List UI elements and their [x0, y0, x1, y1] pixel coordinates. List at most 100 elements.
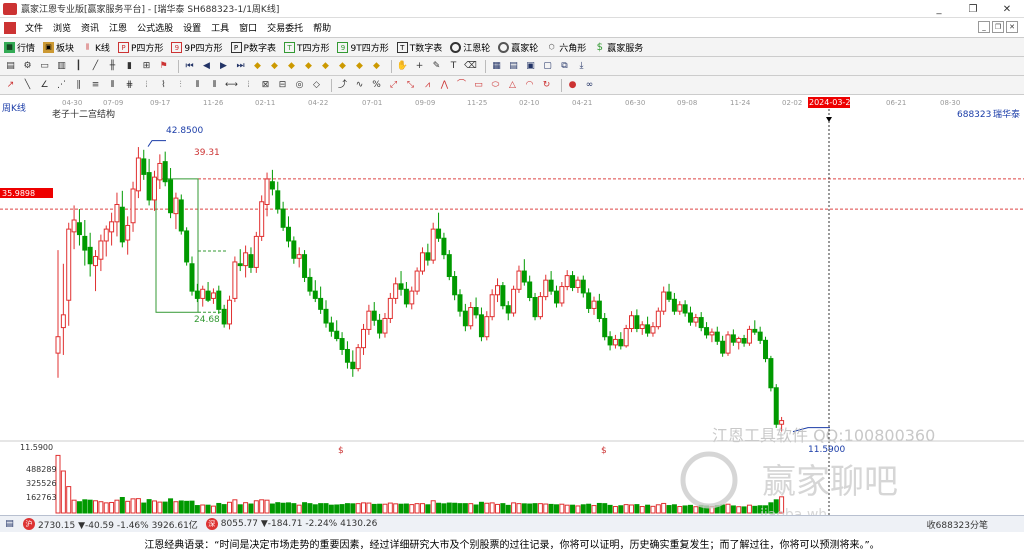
time-lines-icon[interactable]: ⫴: [208, 79, 221, 92]
vline-icon[interactable]: ⦀: [106, 79, 119, 92]
menu-help[interactable]: 帮助: [308, 21, 336, 34]
bar-chart-icon[interactable]: ▥: [55, 60, 68, 73]
menu-formula[interactable]: 公式选股: [132, 21, 178, 34]
pencil-icon[interactable]: ✎: [430, 60, 443, 73]
toolbar-p-square-button[interactable]: P P四方形: [117, 41, 163, 54]
toolbar-winner-wheel-button[interactable]: 赢家轮: [498, 41, 538, 54]
bars-icon[interactable]: ⦙: [140, 79, 153, 92]
wave-icon[interactable]: ∿: [353, 79, 366, 92]
menu-browse[interactable]: 浏览: [48, 21, 76, 34]
calc-icon[interactable]: ▦: [490, 60, 503, 73]
maximize-button[interactable]: ❐: [956, 0, 990, 18]
toolbar-t-square-button[interactable]: T T四方形: [283, 41, 329, 54]
zigzag-icon[interactable]: ⋀: [438, 79, 451, 92]
angle-icon[interactable]: ∠: [38, 79, 51, 92]
toolbar-t-table-button[interactable]: T T数字表: [396, 41, 442, 54]
cycle-lines-icon[interactable]: ⦀: [191, 79, 204, 92]
settings-icon[interactable]: ⚙: [21, 60, 34, 73]
menu-settings[interactable]: 设置: [178, 21, 206, 34]
diamond-5-icon[interactable]: ◆: [319, 60, 332, 73]
menu-gann[interactable]: 江恩: [104, 21, 132, 34]
text-icon[interactable]: T: [447, 60, 460, 73]
toolbar-p-table-button[interactable]: P P数字表: [230, 41, 276, 54]
menu-file[interactable]: 文件: [20, 21, 48, 34]
arc-icon[interactable]: ◠: [523, 79, 536, 92]
window-icon[interactable]: ▢: [541, 60, 554, 73]
palette-icon[interactable]: ●: [566, 79, 579, 92]
diamond-7-icon[interactable]: ◆: [353, 60, 366, 73]
link-icon[interactable]: ⧉: [558, 60, 571, 73]
menu-tools[interactable]: 工具: [206, 21, 234, 34]
calendar-icon[interactable]: ▤: [507, 60, 520, 73]
diamond-1-icon[interactable]: ◆: [251, 60, 264, 73]
arrow-line-icon[interactable]: ↗: [4, 79, 17, 92]
period-icon[interactable]: ▤: [4, 60, 17, 73]
infinity-icon[interactable]: ∞: [583, 79, 596, 92]
square-tool-icon[interactable]: ◇: [310, 79, 323, 92]
tick-text[interactable]: 收688323分笔: [927, 518, 988, 531]
sz-index-text[interactable]: 8055.77 ▼-184.71 -2.24% 4130.26: [221, 519, 378, 529]
menu-info[interactable]: 资讯: [76, 21, 104, 34]
toolbar-hexagon-button[interactable]: ⬡ 六角形: [546, 41, 587, 54]
fan-icon[interactable]: ⋰: [55, 79, 68, 92]
grid-lines-icon[interactable]: ⋕: [123, 79, 136, 92]
crosshair-icon[interactable]: +: [413, 60, 426, 73]
prev-icon[interactable]: ◀: [200, 60, 213, 73]
menu-trade[interactable]: 交易委托: [262, 21, 308, 34]
kline-chart[interactable]: 04-30 07-09 09-17 11-26 02-11 04-22 07-01 09-09…: [0, 95, 1024, 523]
up-trend-icon[interactable]: ⤴: [336, 79, 349, 92]
eraser-icon[interactable]: ⌫: [464, 60, 477, 73]
zoom-icon[interactable]: ⊞: [140, 60, 153, 73]
rise-icon[interactable]: ⤢: [387, 79, 400, 92]
panel-toggle-icon[interactable]: ▤: [3, 518, 16, 531]
parallel-icon[interactable]: ∥: [72, 79, 85, 92]
channel-icon[interactable]: ⫶: [174, 79, 187, 92]
diamond-8-icon[interactable]: ◆: [370, 60, 383, 73]
volume-icon[interactable]: ▮: [123, 60, 136, 73]
mdi-minimize-button[interactable]: _: [978, 21, 990, 33]
diamond-2-icon[interactable]: ◆: [268, 60, 281, 73]
toolbar-service-button[interactable]: $ 赢家服务: [594, 41, 644, 54]
diamond-3-icon[interactable]: ◆: [285, 60, 298, 73]
measure-icon[interactable]: ⊟: [276, 79, 289, 92]
triangle-icon[interactable]: △: [506, 79, 519, 92]
close-button[interactable]: ✕: [990, 0, 1024, 18]
toolbar-kline-button[interactable]: ⫼ K线: [82, 41, 110, 54]
next-icon[interactable]: ▶: [217, 60, 230, 73]
line-icon[interactable]: ╱: [89, 60, 102, 73]
diamond-4-icon[interactable]: ◆: [302, 60, 315, 73]
fall-icon[interactable]: ⤡: [404, 79, 417, 92]
diamond-6-icon[interactable]: ◆: [336, 60, 349, 73]
candle-icon[interactable]: ┃: [72, 60, 85, 73]
span-icon[interactable]: ⟷: [225, 79, 238, 92]
ellipse-icon[interactable]: ⬭: [489, 79, 502, 92]
mdi-close-button[interactable]: ✕: [1006, 21, 1018, 33]
curve-icon[interactable]: ⌒: [455, 79, 468, 92]
ray-icon[interactable]: ╲: [21, 79, 34, 92]
save-icon[interactable]: ▣: [524, 60, 537, 73]
sh-index-text[interactable]: 2730.15 ▼-40.59 -1.46% 3926.61亿: [38, 518, 198, 531]
flag-icon[interactable]: ⚑: [157, 60, 170, 73]
print-icon[interactable]: ▭: [38, 60, 51, 73]
chart-area[interactable]: 04-30 07-09 09-17 11-26 02-11 04-22 07-01 09-09…: [0, 95, 1024, 523]
mdi-restore-button[interactable]: ❐: [992, 21, 1004, 33]
gann-box-icon[interactable]: ⊠: [259, 79, 272, 92]
spiral-icon[interactable]: ↻: [540, 79, 553, 92]
cycle-icon[interactable]: ⌇: [157, 79, 170, 92]
toolbar-9p-square-button[interactable]: 9 9P四方形: [171, 41, 223, 54]
rect-icon[interactable]: ▭: [472, 79, 485, 92]
pattern-icon[interactable]: ⩘: [421, 79, 434, 92]
toolbar-9t-square-button[interactable]: 9 9T四方形: [337, 41, 389, 54]
ohlc-icon[interactable]: ╫: [106, 60, 119, 73]
menu-window[interactable]: 窗口: [234, 21, 262, 34]
toolbar-quotes-button[interactable]: ▦ 行情: [4, 41, 35, 54]
circle-icon[interactable]: ◎: [293, 79, 306, 92]
first-icon[interactable]: ⏮: [183, 60, 196, 73]
fib-icon[interactable]: ⦙: [242, 79, 255, 92]
toolbar-gann-wheel-button[interactable]: 江恩轮: [450, 41, 490, 54]
percent-icon[interactable]: %: [370, 79, 383, 92]
minimize-button[interactable]: _: [922, 0, 956, 18]
hline-icon[interactable]: ≡: [89, 79, 102, 92]
last-icon[interactable]: ⏭: [234, 60, 247, 73]
export-icon[interactable]: ⤓: [575, 60, 588, 73]
